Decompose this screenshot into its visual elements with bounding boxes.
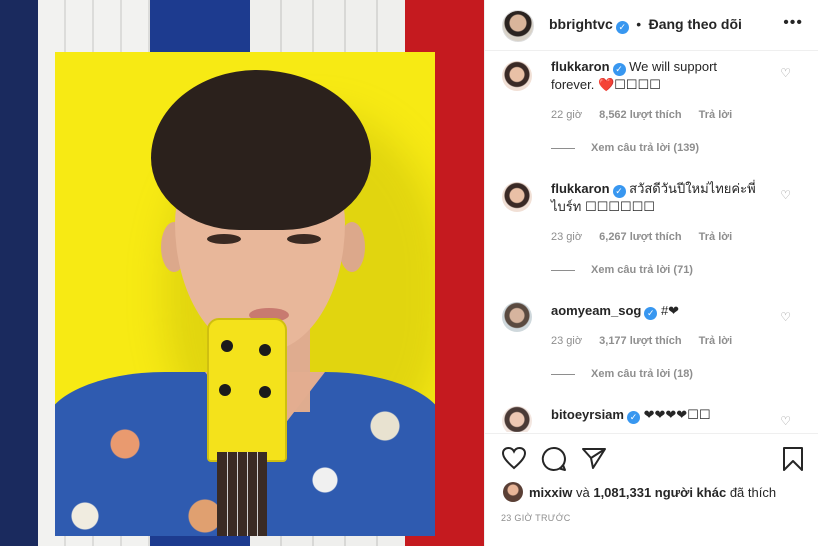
post-image[interactable] <box>0 0 484 546</box>
author-info: bbrightvc ✓ • Đang theo dõi <box>549 16 742 34</box>
author-avatar[interactable] <box>502 10 534 42</box>
commenter-avatar[interactable] <box>502 61 532 91</box>
reply-button[interactable]: Trả lời <box>699 335 733 347</box>
comment-text: bitoeyrsiam ✓ ❤❤❤❤☐☐ <box>551 406 763 424</box>
post-actions-bar: mixxiw và 1,081,331 người khác đã thích … <box>485 433 818 547</box>
liker-avatar[interactable] <box>503 482 523 502</box>
heart-icon[interactable] <box>501 446 527 475</box>
comment-likes[interactable]: 8,562 lượt thích <box>599 109 681 121</box>
comment-text: flukkaron ✓ สวัสดีวันปีใหม่ไทยค่ะพี่ไบร์ท… <box>551 180 763 216</box>
right-eye <box>287 234 321 244</box>
left-eye <box>207 234 241 244</box>
view-replies-button[interactable]: Xem câu trả lời (71) <box>551 264 693 276</box>
comment-message: ❤❤❤❤☐☐ <box>643 407 711 422</box>
comment-likes[interactable]: 6,267 lượt thích <box>599 231 681 243</box>
commenter-avatar[interactable] <box>502 302 532 332</box>
likes-summary[interactable]: mixxiw và 1,081,331 người khác đã thích <box>529 485 776 500</box>
comment-like-heart-icon[interactable]: ♡ <box>780 188 791 202</box>
other-likers[interactable]: 1,081,331 người khác <box>593 485 726 500</box>
more-horizontal-icon[interactable]: ••• <box>783 14 803 32</box>
comment-like-heart-icon[interactable]: ♡ <box>780 310 791 324</box>
comment-meta: 23 giờ 3,177 lượt thích Trả lời <box>551 335 746 347</box>
verified-badge-icon: ✓ <box>612 63 626 76</box>
post-header: bbrightvc ✓ • Đang theo dõi ••• <box>485 0 818 51</box>
verified-badge-icon: ✓ <box>612 185 626 198</box>
comment-meta: 23 giờ 6,267 lượt thích Trả lời <box>551 231 746 243</box>
comment-time: 23 giờ <box>551 231 583 243</box>
commenter-username[interactable]: bitoeyrsiam <box>551 407 624 422</box>
commenter-avatar[interactable] <box>502 406 532 432</box>
separator-dot: • <box>636 16 642 32</box>
first-liker[interactable]: mixxiw <box>529 485 572 500</box>
comment-text: flukkaron ✓ We will support forever. ❤️☐☐… <box>551 58 763 94</box>
reply-button[interactable]: Trả lời <box>699 109 733 121</box>
reply-button[interactable]: Trả lời <box>699 231 733 243</box>
comment-icon[interactable] <box>541 446 567 477</box>
comment-like-heart-icon[interactable]: ♡ <box>780 414 791 428</box>
comment-likes[interactable]: 3,177 lượt thích <box>599 335 681 347</box>
ukulele-neck <box>217 452 267 536</box>
view-replies-button[interactable]: Xem câu trả lời (18) <box>551 368 693 380</box>
verified-badge-icon: ✓ <box>644 307 658 320</box>
comments-list[interactable]: flukkaron ✓ We will support forever. ❤️☐☐… <box>485 51 818 432</box>
bookmark-icon[interactable] <box>782 446 804 477</box>
hair <box>151 70 371 230</box>
view-replies-button[interactable]: Xem câu trả lời (139) <box>551 142 699 154</box>
comment-time: 23 giờ <box>551 335 583 347</box>
verified-badge-icon: ✓ <box>615 21 629 34</box>
commenter-avatar[interactable] <box>502 182 532 212</box>
commenter-username[interactable]: flukkaron <box>551 181 610 196</box>
background-stripe-navy <box>0 0 38 546</box>
post-time-ago[interactable]: 23 GIỜ TRƯỚC <box>501 513 571 523</box>
commenter-username[interactable]: aomyeam_sog <box>551 303 641 318</box>
comment-like-heart-icon[interactable]: ♡ <box>780 66 791 80</box>
comment-time: 22 giờ <box>551 109 583 121</box>
comment-message: #❤ <box>660 303 680 318</box>
verified-badge-icon: ✓ <box>626 411 640 424</box>
author-username[interactable]: bbrightvc <box>549 16 613 32</box>
commenter-username[interactable]: flukkaron <box>551 59 610 74</box>
ukulele-headstock <box>207 318 287 462</box>
comment-meta: 22 giờ 8,562 lượt thích Trả lời <box>551 109 746 121</box>
comment-text: aomyeam_sog ✓ #❤ <box>551 302 763 320</box>
post-side-panel: bbrightvc ✓ • Đang theo dõi ••• flukkaron… <box>484 0 818 546</box>
send-icon[interactable] <box>581 446 607 475</box>
following-button[interactable]: Đang theo dõi <box>649 16 742 32</box>
yellow-portrait-frame <box>55 52 435 536</box>
